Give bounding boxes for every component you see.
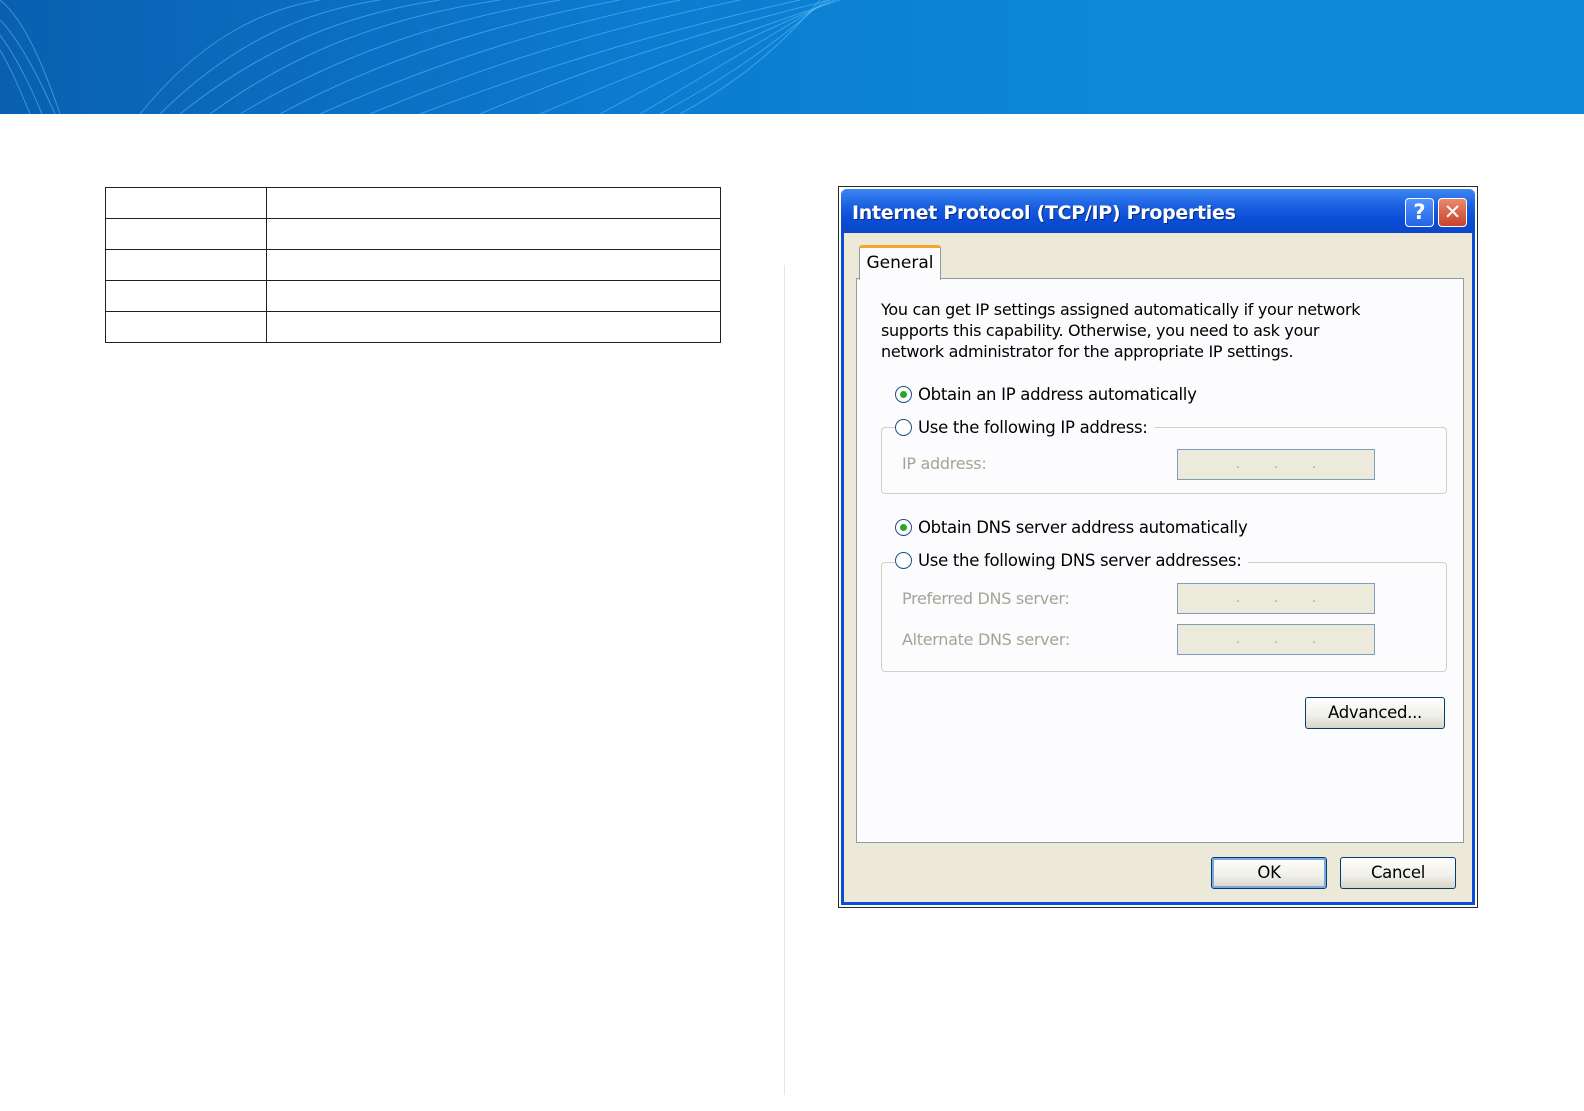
use-following-dns-option[interactable]: Use the following DNS server addresses: [895,549,1248,571]
dialog-titlebar[interactable]: Internet Protocol (TCP/IP) Properties ? … [841,189,1475,233]
radio-selected-icon[interactable] [895,385,912,403]
banner-wave-pattern [0,0,841,114]
use-dns-label: Use the following DNS server addresses: [918,550,1242,570]
radio-unselected-icon[interactable] [895,418,912,436]
ip-address-input[interactable]: . . . [1177,449,1375,480]
obtain-ip-label: Obtain an IP address automatically [918,384,1197,404]
screenshot-frame: Internet Protocol (TCP/IP) Properties ? … [838,186,1478,908]
advanced-button[interactable]: Advanced... [1305,697,1445,729]
ok-button[interactable]: OK [1211,857,1327,889]
table-cell [266,249,721,281]
radio-unselected-icon[interactable] [895,551,912,569]
preferred-dns-input[interactable]: . . . [1177,583,1375,614]
radio-selected-icon[interactable] [895,518,912,536]
ip-separator: . [1273,591,1279,606]
obtain-dns-label: Obtain DNS server address automatically [918,517,1248,537]
table-cell [105,187,267,219]
table-cell [266,311,721,343]
obtain-dns-automatically-option[interactable]: Obtain DNS server address automatically [895,516,1254,538]
use-ip-label: Use the following IP address: [918,417,1148,437]
ip-separator: . [1273,632,1279,647]
document-table [105,187,721,343]
alternate-dns-label: Alternate DNS server: [902,630,1070,649]
ip-separator: . [1235,591,1241,606]
use-following-ip-option[interactable]: Use the following IP address: [895,416,1154,438]
table-row [105,311,721,343]
table-row [105,187,721,219]
alternate-dns-input[interactable]: . . . [1177,624,1375,655]
obtain-ip-automatically-option[interactable]: Obtain an IP address automatically [895,383,1203,405]
help-button[interactable]: ? [1405,198,1434,227]
table-cell [105,311,267,343]
table-row [105,218,721,250]
header-banner [0,0,1584,114]
table-cell [266,218,721,250]
ip-separator: . [1311,632,1317,647]
tab-general[interactable]: General [859,245,941,280]
table-cell [266,280,721,312]
close-icon: ✕ [1443,200,1462,224]
dns-server-group: Preferred DNS server: . . . Alternate DN… [881,562,1447,672]
general-panel: You can get IP settings assigned automat… [856,278,1464,843]
table-row [105,280,721,312]
tcpip-properties-dialog: Internet Protocol (TCP/IP) Properties ? … [841,189,1475,905]
table-row [105,249,721,281]
help-icon: ? [1413,200,1426,224]
ip-address-label: IP address: [902,454,987,473]
cancel-button[interactable]: Cancel [1340,857,1456,889]
table-cell [105,249,267,281]
intro-text: You can get IP settings assigned automat… [881,300,1361,361]
ip-separator: . [1235,632,1241,647]
table-cell [266,187,721,219]
ip-separator: . [1235,457,1241,472]
ip-separator: . [1273,457,1279,472]
close-button[interactable]: ✕ [1438,198,1467,227]
dialog-title: Internet Protocol (TCP/IP) Properties [852,202,1236,224]
ip-separator: . [1311,457,1317,472]
preferred-dns-label: Preferred DNS server: [902,589,1070,608]
ip-separator: . [1311,591,1317,606]
column-divider [784,265,785,1095]
table-cell [105,218,267,250]
table-cell [105,280,267,312]
